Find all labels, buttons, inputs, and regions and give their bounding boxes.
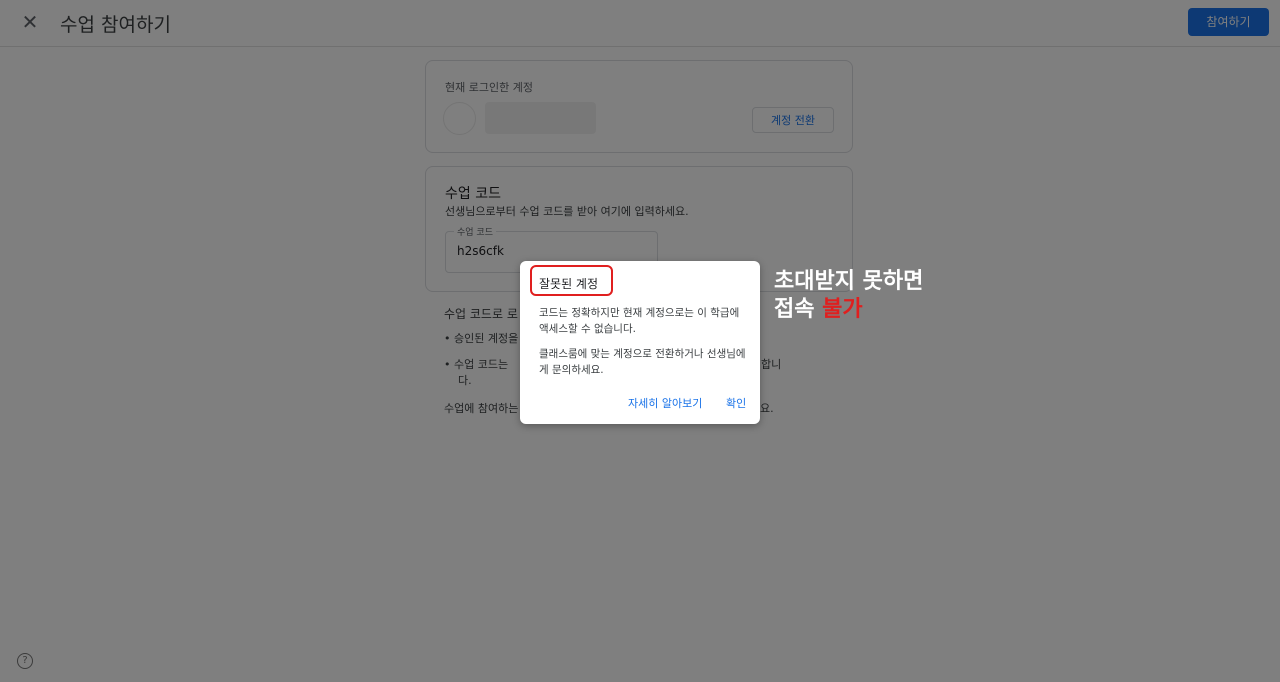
wrong-account-dialog: 잘못된 계정 코드는 정확하지만 현재 계정으로는 이 학급에 액세스할 수 없… <box>520 261 760 424</box>
dialog-body: 코드는 정확하지만 현재 계정으로는 이 학급에 액세스할 수 없습니다. <box>539 307 740 335</box>
join-class-page: ✕ 수업 참여하기 참여하기 현재 로그인한 계정 계정 전환 수업 코드 선생… <box>0 0 1280 682</box>
annotation-text: 초대받지 못하면 접속 불가 <box>774 268 923 324</box>
help-icon[interactable]: ? <box>17 653 33 669</box>
annotation-line2: 접속 불가 <box>774 296 923 324</box>
ok-button[interactable]: 확인 <box>726 395 746 411</box>
dialog-body: 클래스룸에 맞는 계정으로 전환하거나 선생님에게 문의하세요. <box>539 348 746 376</box>
learn-more-link[interactable]: 자세히 알아보기 <box>628 395 702 411</box>
annotation-line2-red: 불가 <box>822 297 863 322</box>
annotation-line2-prefix: 접속 <box>774 297 823 322</box>
annotation-line1: 초대받지 못하면 <box>774 269 924 294</box>
dialog-title: 잘못된 계정 <box>539 277 599 291</box>
